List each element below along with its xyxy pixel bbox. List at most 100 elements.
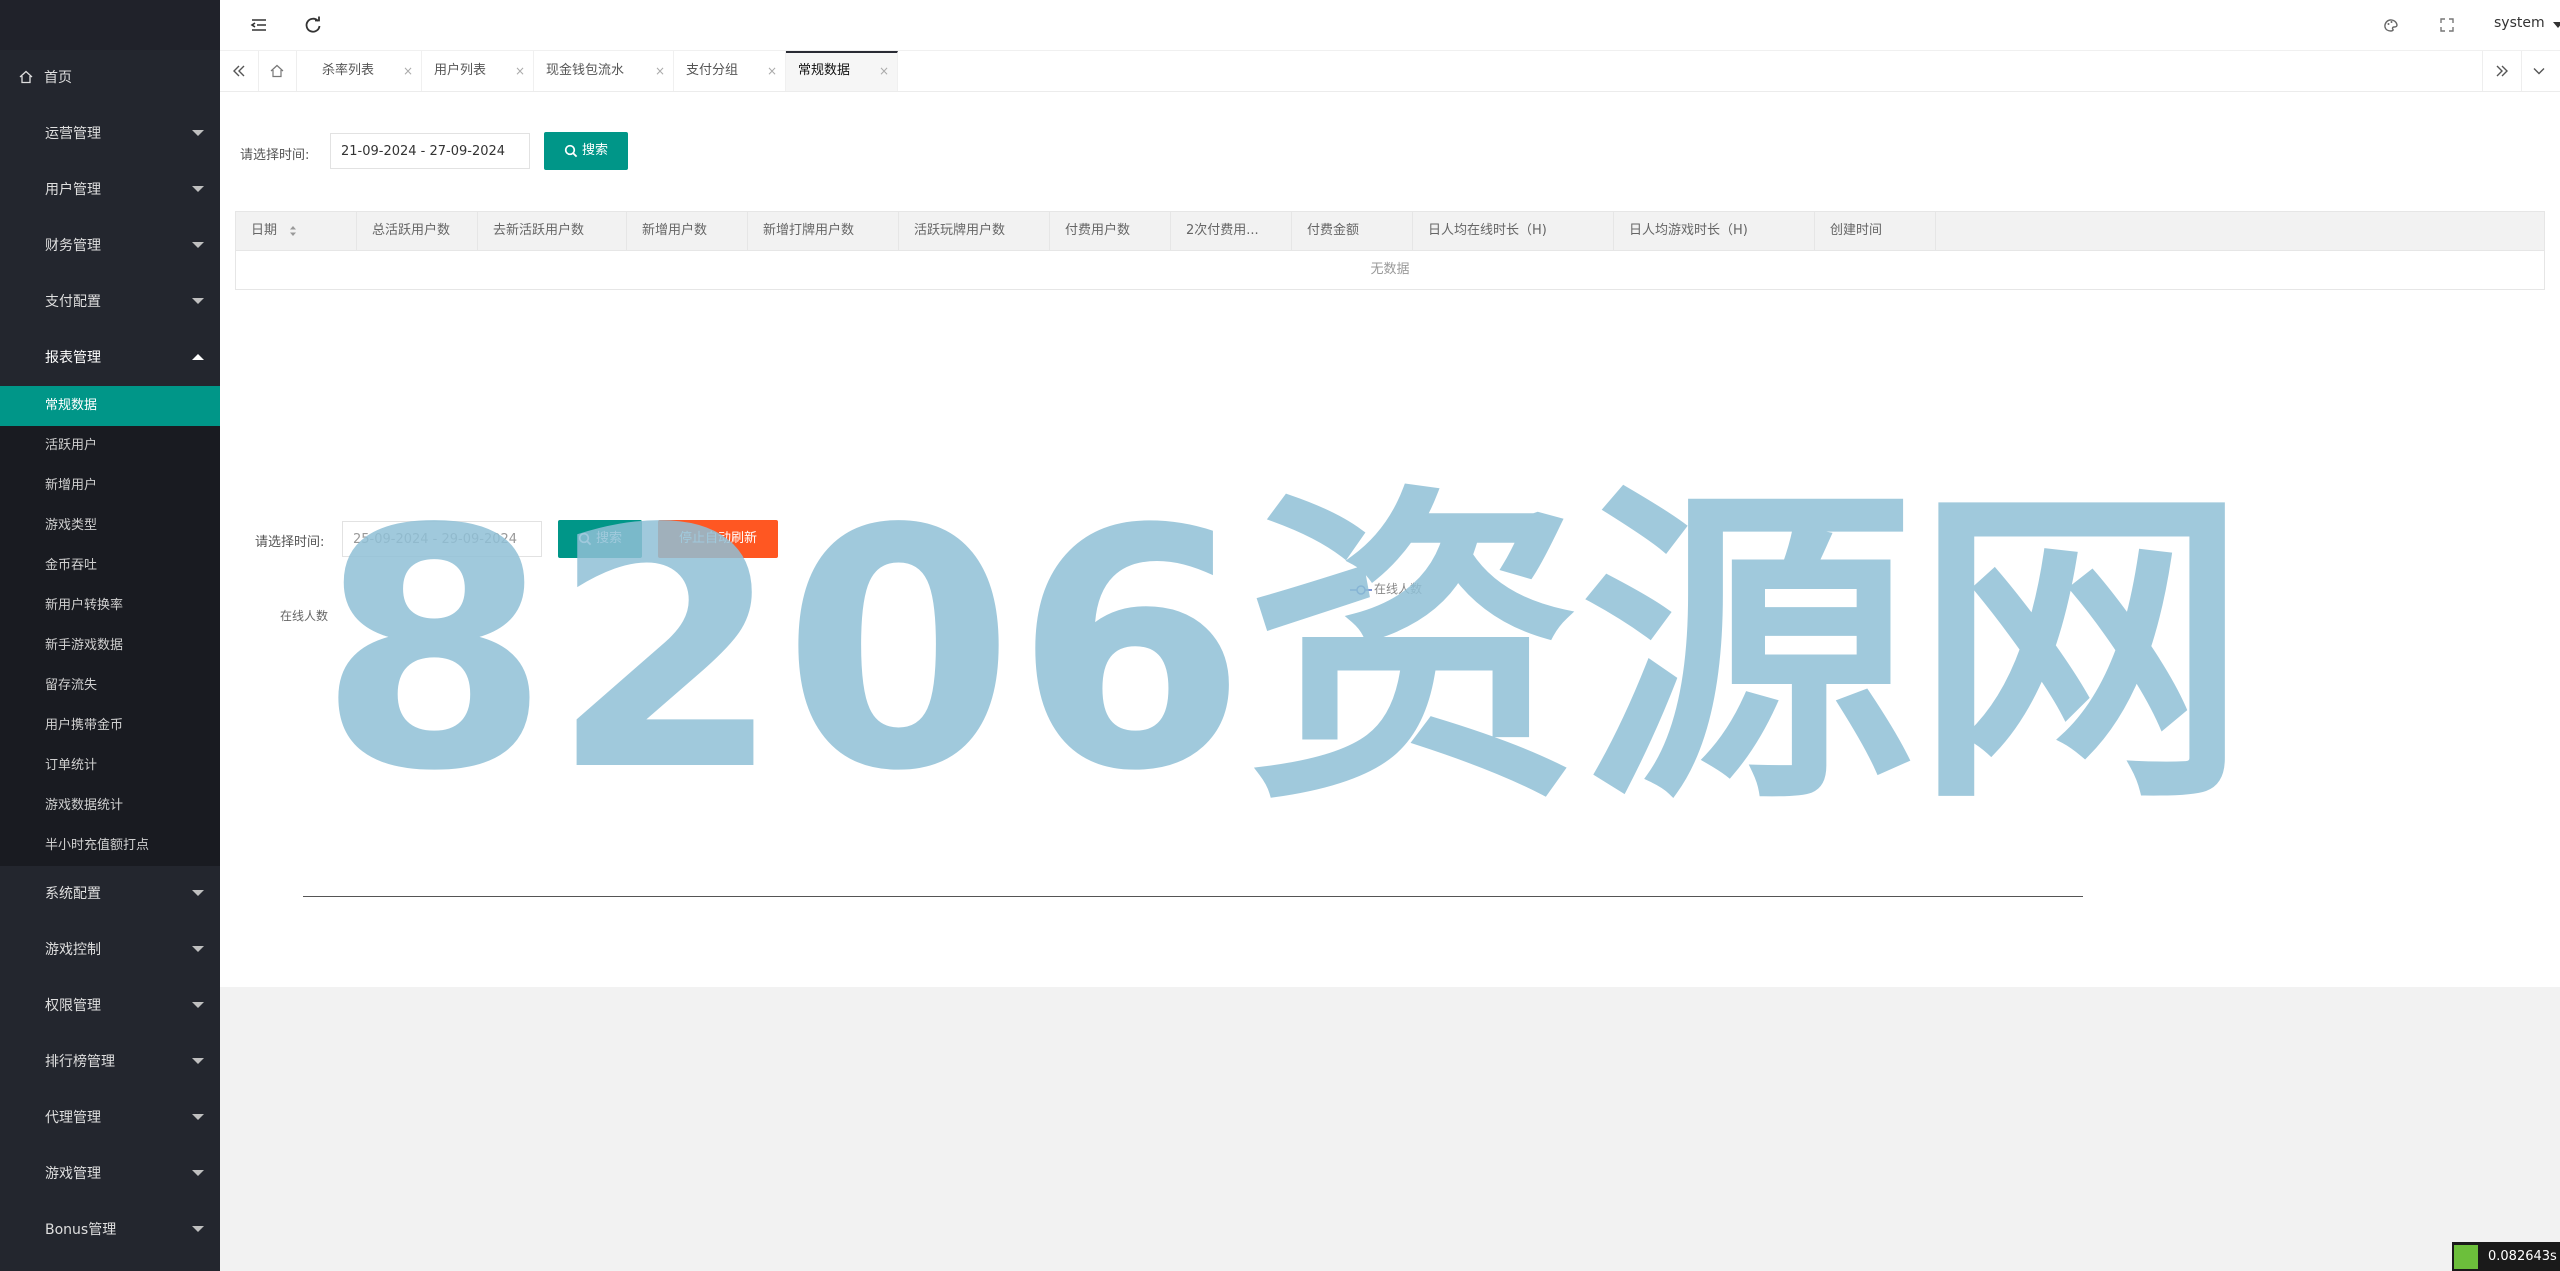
sidebar-item-regular-data[interactable]: 常规数据: [0, 386, 220, 426]
sidebar-menu-agents[interactable]: 代理管理: [0, 1090, 220, 1146]
leaf-icon: [2454, 1245, 2478, 1269]
tab-bar: 杀率列表 × 用户列表 × 现金钱包流水 × 支付分组 × 常规数据 ×: [220, 51, 2560, 92]
tab-scroll-right-button[interactable]: [2482, 51, 2522, 91]
sidebar-menu-label: 运营管理: [45, 126, 101, 142]
sidebar-menu-system-config[interactable]: 系统配置: [0, 866, 220, 922]
tab-cash-wallet-flow[interactable]: 现金钱包流水 ×: [534, 51, 674, 91]
sidebar-menu-operations[interactable]: 运营管理: [0, 106, 220, 162]
sidebar-menu-finance[interactable]: 财务管理: [0, 218, 220, 274]
column-header-date[interactable]: 日期: [236, 212, 357, 250]
tab-home[interactable]: [258, 51, 297, 91]
column-header-avg-online-hours: 日人均在线时长（H): [1413, 212, 1614, 250]
sidebar-menu-users[interactable]: 用户管理: [0, 162, 220, 218]
caret-down-icon: [192, 186, 204, 192]
home-icon: [270, 64, 284, 78]
chart-x-axis: [303, 896, 2083, 897]
column-header-new-card-players: 新增打牌用户数: [748, 212, 899, 250]
tab-regular-data[interactable]: 常规数据 ×: [786, 51, 898, 91]
sidebar-menu-label: 代理管理: [45, 1110, 101, 1126]
sidebar-item-retention[interactable]: 留存流失: [0, 666, 220, 706]
sidebar-menu-label: Bonus管理: [45, 1222, 117, 1238]
user-menu[interactable]: system: [2494, 15, 2545, 31]
tab-label: 杀率列表: [322, 63, 375, 78]
search-button[interactable]: 搜索: [544, 132, 628, 170]
caret-down-icon: [192, 242, 204, 248]
menu-collapse-icon[interactable]: [248, 14, 270, 36]
tab-label: 现金钱包流水: [546, 63, 625, 78]
double-chevron-left-icon: [233, 65, 245, 77]
sidebar-menu-label: 用户管理: [45, 182, 101, 198]
tab-kill-rate[interactable]: 杀率列表 ×: [310, 51, 422, 91]
caret-down-icon: [192, 946, 204, 952]
sidebar-menu-label: 报表管理: [45, 350, 101, 366]
column-header-active-excluding-new: 去新活跃用户数: [478, 212, 627, 250]
tab-actions-dropdown[interactable]: [2520, 51, 2558, 91]
table-empty-row: 无数据: [1370, 262, 1410, 277]
sidebar-item-new-user-conversion[interactable]: 新用户转换率: [0, 586, 220, 626]
column-label: 日期: [251, 223, 278, 238]
sidebar-item-active-users[interactable]: 活跃用户: [0, 426, 220, 466]
tab-payment-group[interactable]: 支付分组 ×: [674, 51, 786, 91]
chart-y-axis-label: 在线人数: [280, 609, 329, 623]
search-icon: [564, 144, 578, 157]
sidebar-menu-label: 游戏控制: [45, 942, 101, 958]
time-filter-label: 请选择时间:: [240, 148, 310, 163]
tab-label: 用户列表: [434, 63, 487, 78]
caret-down-icon: [192, 298, 204, 304]
sidebar-menu-game-control[interactable]: 游戏控制: [0, 922, 220, 978]
double-chevron-right-icon: [2496, 65, 2508, 77]
caret-down-icon: [192, 1226, 204, 1232]
sidebar-item-game-data-stats[interactable]: 游戏数据统计: [0, 786, 220, 826]
date-range-input[interactable]: 21-09-2024 - 27-09-2024: [330, 133, 530, 169]
sidebar-menu-label: 权限管理: [45, 998, 101, 1014]
theme-icon[interactable]: [2380, 14, 2402, 36]
sidebar-menu-label: 系统配置: [45, 886, 101, 902]
sidebar-item-order-stats[interactable]: 订单统计: [0, 746, 220, 786]
column-header-avg-game-hours: 日人均游戏时长（H): [1614, 212, 1815, 250]
close-icon[interactable]: ×: [515, 51, 525, 91]
stats-table: 日期 总活跃用户数 去新活跃用户数 新增用户数 新增打牌用户数 活跃玩牌用户数 …: [235, 211, 2545, 290]
sidebar-item-game-types[interactable]: 游戏类型: [0, 506, 220, 546]
sidebar-menu-label: 财务管理: [45, 238, 101, 254]
sidebar-item-home[interactable]: 首页: [0, 50, 220, 106]
sidebar-menu-game-management[interactable]: 游戏管理: [0, 1146, 220, 1202]
chart-date-range-input[interactable]: 25-09-2024 - 29-09-2024: [342, 521, 542, 557]
close-icon[interactable]: ×: [767, 51, 777, 91]
tab-scroll-left-button[interactable]: [220, 51, 259, 91]
caret-down-icon: [192, 130, 204, 136]
sidebar-menu-payment-config[interactable]: 支付配置: [0, 274, 220, 330]
close-icon[interactable]: ×: [879, 53, 889, 89]
tab-label: 支付分组: [686, 63, 739, 78]
sidebar-menu-label: 排行榜管理: [45, 1054, 115, 1070]
column-header-total-active: 总活跃用户数: [357, 212, 478, 250]
caret-down-icon: [192, 1002, 204, 1008]
chart-legend[interactable]: 在线人数: [1350, 580, 1422, 597]
caret-down-icon: [192, 1114, 204, 1120]
column-header-paying-users: 付费用户数: [1050, 212, 1171, 250]
close-icon[interactable]: ×: [403, 51, 413, 91]
sidebar-menu-leaderboard[interactable]: 排行榜管理: [0, 1034, 220, 1090]
fullscreen-icon[interactable]: [2436, 14, 2458, 36]
sidebar-menu-permissions[interactable]: 权限管理: [0, 978, 220, 1034]
stop-auto-refresh-button[interactable]: 停止自动刷新: [658, 520, 778, 558]
sidebar-menu-reports[interactable]: 报表管理: [0, 330, 220, 386]
sidebar-item-gold-throughput[interactable]: 金币吞吐: [0, 546, 220, 586]
sidebar-item-half-hour-recharge[interactable]: 半小时充值额打点: [0, 826, 220, 866]
chart-search-button[interactable]: 搜索: [558, 520, 642, 558]
refresh-icon[interactable]: [302, 14, 324, 36]
column-header-repeat-payers: 2次付费用...: [1171, 212, 1292, 250]
close-icon[interactable]: ×: [655, 51, 665, 91]
legend-line-icon: [1350, 584, 1372, 595]
sidebar-item-new-users[interactable]: 新增用户: [0, 466, 220, 506]
performance-badge: 0.082643s: [2452, 1242, 2560, 1271]
sidebar-menu-bonus[interactable]: Bonus管理: [0, 1202, 220, 1258]
sidebar-item-user-gold[interactable]: 用户携带金币: [0, 706, 220, 746]
tab-user-list[interactable]: 用户列表 ×: [422, 51, 534, 91]
search-button-label: 搜索: [581, 143, 608, 158]
caret-down-icon: [192, 890, 204, 896]
tab-label: 常规数据: [798, 63, 851, 78]
sidebar-item-newbie-game-data[interactable]: 新手游戏数据: [0, 626, 220, 666]
top-header: system: [220, 0, 2560, 51]
main-content: 请选择时间: 21-09-2024 - 27-09-2024 搜索 日期 总活跃…: [220, 92, 2560, 987]
sort-icon[interactable]: [289, 225, 297, 237]
